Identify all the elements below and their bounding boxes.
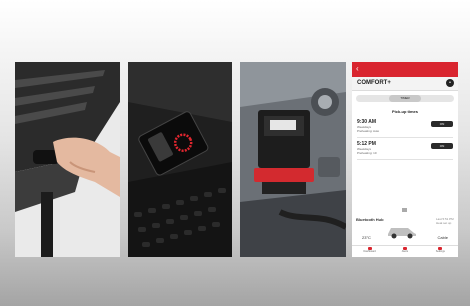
app-screen: ‹ COMFORT+ • TIMER Pick-up times 9:30 AM… xyxy=(352,62,458,257)
product-feature-banner: ‹ COMFORT+ • TIMER Pick-up times 9:30 AM… xyxy=(0,0,470,306)
app-status-bar: ‹ xyxy=(352,62,458,77)
pickup-toggle[interactable]: ON xyxy=(431,121,453,127)
pickup-preheat: Preheating: 10 xyxy=(357,151,377,155)
hub-label: Bluetooth Hub xyxy=(356,217,384,222)
temperature-value: 23°C xyxy=(362,235,371,240)
tab-label: Dashboard xyxy=(363,250,376,253)
tab-label: Settings xyxy=(435,250,445,253)
pickup-details: Weekdays Preheating: 10 xyxy=(357,147,377,155)
pickup-preheat: Preheating: Auto xyxy=(357,129,380,133)
tab-settings[interactable]: Settings xyxy=(423,246,458,257)
hub-status: Last 5:51 PM Heat set up xyxy=(436,217,454,225)
pickup-toggle[interactable]: ON xyxy=(431,143,453,149)
pickup-details: Weekdays Preheating: Auto xyxy=(357,125,379,133)
bluetooth-hub-card: Bluetooth Hub Last 5:51 PM Heat set up 2… xyxy=(356,217,454,247)
device-photo-illustration xyxy=(128,62,232,257)
chevron-left-icon[interactable]: ‹ xyxy=(356,64,359,74)
pickup-row[interactable]: 5:12 PM Weekdays Preheating: 10 ON xyxy=(357,139,453,160)
car-icon xyxy=(388,228,416,239)
engine-photo-illustration xyxy=(240,62,346,257)
segment-control: TIMER xyxy=(356,95,454,102)
plug-photo-illustration xyxy=(15,62,120,257)
photo-device-floor xyxy=(128,62,232,257)
segment-tab-right[interactable] xyxy=(421,95,454,102)
app-screenshot: ‹ COMFORT+ • TIMER Pick-up times 9:30 AM… xyxy=(352,62,458,257)
pickup-times-heading: Pick-up times xyxy=(391,109,418,114)
photo-engine-module xyxy=(240,62,346,257)
more-icon[interactable]: • xyxy=(446,79,454,87)
segment-tab-left[interactable] xyxy=(356,95,389,102)
cable-label: Cable xyxy=(437,235,448,240)
segment-tab-timer[interactable]: TIMER xyxy=(388,95,422,102)
tab-label: Alerts xyxy=(401,250,409,253)
photo-plugging-cable xyxy=(15,62,120,257)
tab-dashboard[interactable]: Dashboard xyxy=(352,246,387,257)
app-tab-bar: Dashboard Alerts Settings xyxy=(352,245,458,257)
app-header: COMFORT+ • xyxy=(352,77,458,91)
separator-icon xyxy=(402,208,407,212)
app-title: COMFORT+ xyxy=(357,80,391,86)
pickup-row[interactable]: 9:30 AM Weekdays Preheating: Auto ON xyxy=(357,117,453,138)
tab-alerts[interactable]: Alerts xyxy=(387,246,422,257)
